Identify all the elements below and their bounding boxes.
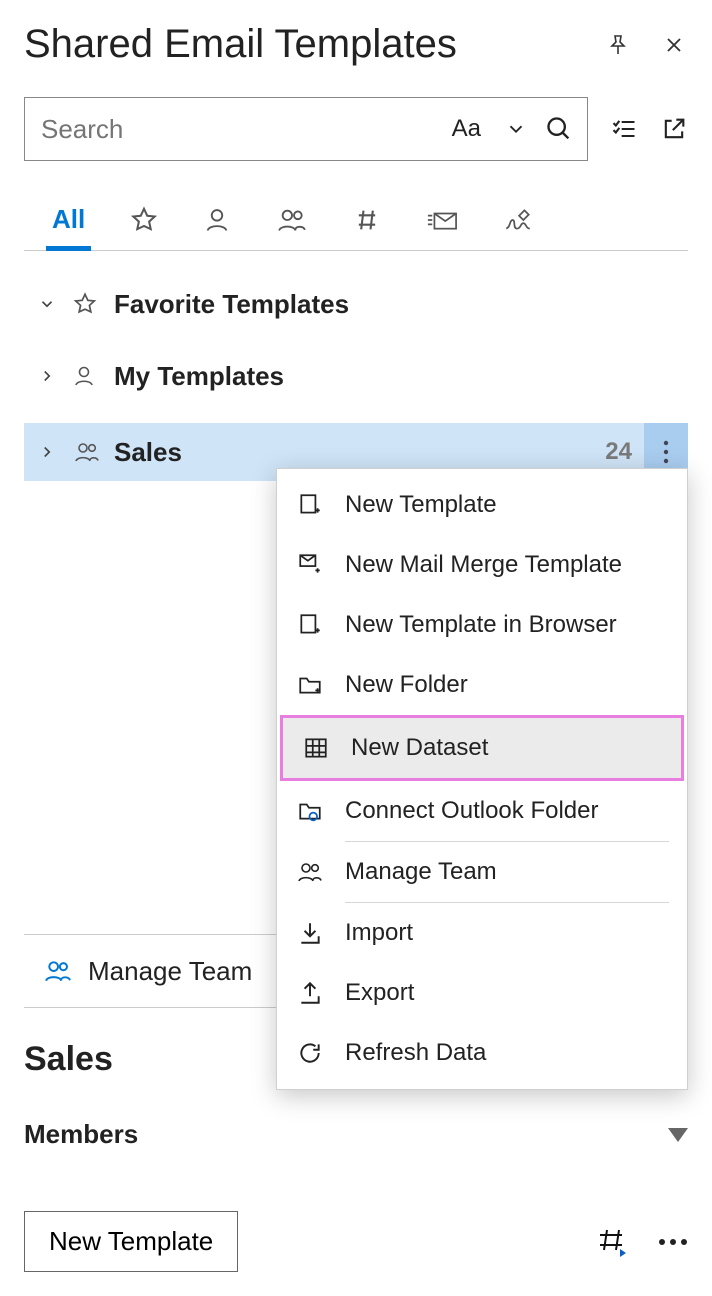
menu-label: Refresh Data (345, 1039, 486, 1067)
search-box[interactable]: Aa (24, 97, 588, 161)
chevron-right-icon (38, 367, 60, 385)
import-icon (295, 918, 325, 948)
hash-icon (353, 206, 381, 234)
dataset-icon (301, 733, 331, 763)
menu-import[interactable]: Import (277, 903, 687, 963)
context-menu: New Template New Mail Merge Template New… (276, 468, 688, 1090)
new-template-browser-icon (295, 610, 325, 640)
star-icon (72, 291, 102, 317)
menu-label: New Template in Browser (345, 611, 617, 639)
tree-label: Sales (114, 437, 182, 468)
search-controls: Aa (446, 115, 573, 143)
menu-new-template[interactable]: New Template (277, 475, 687, 535)
tab-all-label: All (52, 204, 85, 235)
chevron-down-icon (38, 295, 60, 313)
new-template-button[interactable]: New Template (24, 1211, 238, 1272)
tree-favorites[interactable]: Favorite Templates (24, 275, 688, 333)
chevron-right-icon (38, 443, 60, 461)
menu-manage-team[interactable]: Manage Team (277, 842, 687, 902)
menu-label: New Folder (345, 671, 468, 699)
signature-icon (503, 207, 533, 233)
titlebar: Shared Email Templates (24, 18, 688, 75)
mail-merge-icon (425, 207, 459, 233)
members-label: Members (24, 1119, 138, 1150)
tab-personal[interactable] (197, 189, 237, 250)
button-label: New Template (49, 1226, 213, 1256)
people-icon (72, 440, 102, 464)
outlook-folder-icon (295, 796, 325, 826)
people-icon (275, 206, 309, 234)
new-folder-icon (295, 670, 325, 700)
members-row[interactable]: Members (24, 1119, 688, 1150)
filter-tabs: All (24, 189, 688, 251)
menu-label: Import (345, 919, 413, 947)
menu-new-template-browser[interactable]: New Template in Browser (277, 595, 687, 655)
manage-team-label: Manage Team (88, 956, 252, 987)
menu-export[interactable]: Export (277, 963, 687, 1023)
shared-email-templates-pane: Shared Email Templates Aa (0, 0, 712, 1296)
highlight-box: New Dataset (280, 715, 684, 781)
menu-label: New Template (345, 491, 497, 519)
menu-label: Export (345, 979, 414, 1007)
bottom-bar: New Template (24, 1211, 688, 1272)
star-icon (129, 205, 159, 235)
tab-favorites[interactable] (123, 189, 165, 250)
collapse-caret-icon (668, 1128, 688, 1142)
new-template-icon (295, 490, 325, 520)
menu-new-dataset[interactable]: New Dataset (283, 718, 681, 778)
more-icon[interactable] (658, 1237, 688, 1247)
mail-merge-template-icon (295, 550, 325, 580)
match-case-toggle[interactable]: Aa (446, 115, 487, 143)
menu-connect-outlook[interactable]: Connect Outlook Folder (277, 781, 687, 841)
menu-refresh[interactable]: Refresh Data (277, 1023, 687, 1083)
menu-label: Connect Outlook Folder (345, 797, 598, 825)
person-icon (203, 206, 231, 234)
tree-label: Favorite Templates (114, 289, 349, 320)
menu-new-folder[interactable]: New Folder (277, 655, 687, 715)
chevron-down-icon[interactable] (505, 118, 527, 140)
menu-label: New Dataset (351, 734, 488, 762)
search-input[interactable] (39, 113, 446, 146)
search-icon[interactable] (545, 115, 573, 143)
pin-icon[interactable] (604, 31, 632, 59)
tree-count: 24 (605, 438, 636, 466)
export-icon (295, 978, 325, 1008)
tree-my-templates[interactable]: My Templates (24, 347, 688, 405)
tab-hash[interactable] (347, 189, 387, 250)
tab-team[interactable] (269, 189, 315, 250)
checklist-icon[interactable] (610, 115, 638, 143)
bottom-actions (596, 1227, 688, 1257)
title-actions (604, 31, 688, 59)
insert-macro-icon[interactable] (596, 1227, 630, 1257)
menu-label: Manage Team (345, 858, 497, 886)
menu-new-mail-merge[interactable]: New Mail Merge Template (277, 535, 687, 595)
pane-title: Shared Email Templates (24, 22, 457, 67)
search-row: Aa (24, 97, 688, 161)
person-icon (72, 364, 102, 388)
refresh-icon (295, 1038, 325, 1068)
details-heading: Sales (24, 1040, 113, 1079)
tab-all[interactable]: All (46, 189, 91, 250)
tree-label: My Templates (114, 361, 284, 392)
tab-mail-merge[interactable] (419, 189, 465, 250)
people-icon (295, 857, 325, 887)
tab-signatures[interactable] (497, 189, 539, 250)
people-icon (42, 958, 74, 984)
menu-label: New Mail Merge Template (345, 551, 622, 579)
open-external-icon[interactable] (660, 115, 688, 143)
templates-tree: Favorite Templates My Templates Sales 24 (24, 275, 688, 481)
close-icon[interactable] (660, 31, 688, 59)
